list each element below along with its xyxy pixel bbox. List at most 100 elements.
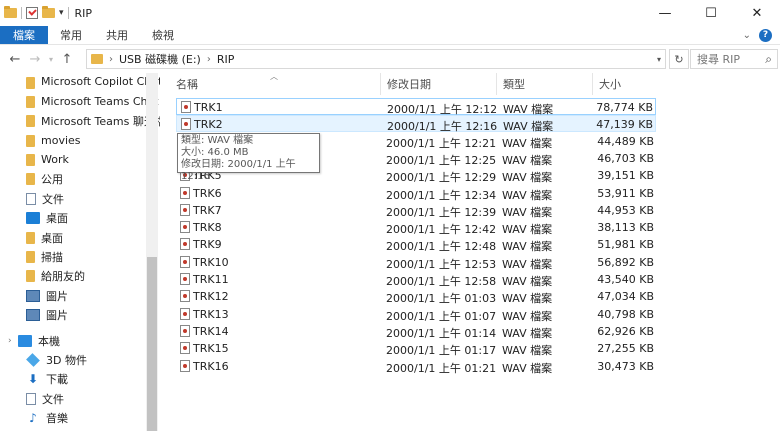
refresh-button[interactable]: ↻ <box>669 49 689 69</box>
sidebar-item-desktop[interactable]: 桌面 <box>0 208 150 227</box>
sidebar-item-scans[interactable]: 掃描 <box>0 247 150 266</box>
file-modified-date: 2000/1/1 上午 01:03 <box>386 292 497 305</box>
up-arrow-icon[interactable]: ↑ <box>58 52 76 67</box>
breadcrumb-drive[interactable]: USB 磁碟機 (E:) <box>119 51 201 67</box>
sidebar-item-3d-objects[interactable]: 3D 物件 <box>0 350 150 369</box>
search-icon: ⌕ <box>765 52 772 66</box>
sidebar-item-teams-chat[interactable]: Microsoft Teams Chat F <box>0 92 160 111</box>
maximize-button[interactable]: ☐ <box>688 0 734 26</box>
sidebar-item-pictures-2[interactable]: 圖片 <box>0 305 150 324</box>
file-type: WAV 檔案 <box>502 344 553 357</box>
sidebar-item-label: Microsoft Teams Chat F <box>41 95 160 108</box>
sidebar-item-pictures[interactable]: 圖片 <box>0 286 150 305</box>
address-bar[interactable]: › USB 磁碟機 (E:) › RIP ▾ <box>86 49 666 69</box>
file-row[interactable]: TRK10 2000/1/1 上午 12:53 WAV 檔案 56,892 KB <box>176 254 656 271</box>
divider <box>21 7 22 19</box>
close-button[interactable]: ✕ <box>734 0 780 26</box>
sidebar-item-pc-documents[interactable]: 文件 <box>0 389 150 408</box>
nav-buttons: ← → ▾ ↑ <box>0 52 86 67</box>
sidebar-item-work[interactable]: Work <box>0 150 150 169</box>
folder-icon <box>26 95 35 108</box>
folder-icon <box>26 134 35 147</box>
folder-icon <box>26 172 35 185</box>
file-row[interactable]: TRK15 2000/1/1 上午 01:17 WAV 檔案 27,255 KB <box>176 340 656 357</box>
column-header-date[interactable]: 修改日期 <box>381 73 497 95</box>
tab-share[interactable]: 共用 <box>94 26 140 44</box>
navigation-pane-scrollbar[interactable] <box>146 73 158 431</box>
file-type: WAV 檔案 <box>502 223 553 236</box>
file-row[interactable]: TRK2 2000/1/1 上午 12:16 WAV 檔案 47,139 KB <box>176 115 656 133</box>
minimize-button[interactable]: — <box>642 0 688 26</box>
sidebar-item-desktop-folder[interactable]: 桌面 <box>0 228 150 247</box>
file-type: WAV 檔案 <box>502 171 553 184</box>
customize-toolbar-dropdown-icon[interactable]: ▾ <box>59 8 64 18</box>
back-arrow-icon[interactable]: ← <box>6 52 24 67</box>
divider <box>67 7 69 19</box>
wav-file-icon <box>180 325 190 337</box>
breadcrumb-current[interactable]: RIP <box>217 53 235 66</box>
file-row[interactable]: TRK11 2000/1/1 上午 12:58 WAV 檔案 43,540 KB <box>176 271 656 288</box>
file-row[interactable]: TRK12 2000/1/1 上午 01:03 WAV 檔案 47,034 KB <box>176 288 656 305</box>
wav-file-icon <box>180 221 190 233</box>
file-row[interactable]: TRK1 2000/1/1 上午 12:12 WAV 檔案 78,774 KB <box>176 98 656 116</box>
file-row[interactable]: TRK6 2000/1/1 上午 12:34 WAV 檔案 53,911 KB <box>176 185 656 202</box>
sidebar-item-copilot[interactable]: Microsoft Copilot Chat 🖹 <box>0 73 160 92</box>
chevron-right-icon[interactable]: › <box>207 54 211 65</box>
column-header-size[interactable]: 大小 <box>593 73 661 95</box>
file-size: 62,926 KB <box>597 325 654 338</box>
documents-icon <box>26 192 36 205</box>
search-input[interactable]: 搜尋 RIP ⌕ <box>690 49 778 69</box>
tab-home[interactable]: 常用 <box>48 26 94 44</box>
window-controls: — ☐ ✕ <box>642 0 780 26</box>
file-name: TRK10 <box>193 256 229 269</box>
sidebar-item-music[interactable]: ♪ 音樂 <box>0 408 150 427</box>
file-type: WAV 檔案 <box>502 154 553 167</box>
file-type: WAV 檔案 <box>502 137 553 150</box>
sidebar-item-movies[interactable]: movies <box>0 131 150 150</box>
file-row[interactable]: TRK13 2000/1/1 上午 01:07 WAV 檔案 40,798 KB <box>176 306 656 323</box>
file-size: 44,489 KB <box>597 135 654 148</box>
sidebar-item-this-pc[interactable]: › 本機 <box>0 331 150 350</box>
sidebar-item-teams-chat-zh[interactable]: Microsoft Teams 聊天檔 <box>0 111 160 130</box>
tooltip-size: 大小: 46.0 MB <box>181 147 249 158</box>
file-modified-date: 2000/1/1 上午 01:14 <box>386 327 497 340</box>
file-modified-date: 2000/1/1 上午 01:17 <box>386 344 497 357</box>
sidebar-item-documents[interactable]: 文件 <box>0 189 150 208</box>
column-header-type[interactable]: 類型 <box>497 73 593 95</box>
file-row[interactable]: TRK14 2000/1/1 上午 01:14 WAV 檔案 62,926 KB <box>176 323 656 340</box>
file-modified-date: 2000/1/1 上午 01:21 <box>386 362 497 375</box>
expand-ribbon-icon[interactable]: ⌄ <box>743 30 751 41</box>
forward-arrow-icon[interactable]: → <box>26 52 44 67</box>
tab-file[interactable]: 檔案 <box>0 26 48 44</box>
file-size: 51,981 KB <box>597 238 654 251</box>
sidebar-item-label: 圖片 <box>46 289 68 303</box>
file-size: 30,473 KB <box>597 360 654 373</box>
scrollbar-thumb[interactable] <box>147 257 157 431</box>
3d-objects-icon <box>26 352 40 367</box>
new-folder-icon[interactable] <box>42 6 55 18</box>
tab-view[interactable]: 檢視 <box>140 26 186 44</box>
file-row[interactable]: TRK8 2000/1/1 上午 12:42 WAV 檔案 38,113 KB <box>176 219 656 236</box>
file-modified-date: 2000/1/1 上午 12:16 <box>387 120 498 133</box>
music-icon: ♪ <box>29 410 37 425</box>
file-row[interactable]: TRK9 2000/1/1 上午 12:48 WAV 檔案 51,981 KB <box>176 236 656 253</box>
file-row[interactable]: TRK7 2000/1/1 上午 12:39 WAV 檔案 44,953 KB <box>176 202 656 219</box>
sidebar-item-label: 3D 物件 <box>46 353 87 367</box>
chevron-right-icon[interactable]: › <box>109 54 113 65</box>
sidebar-item-public[interactable]: 公用 <box>0 169 150 188</box>
sidebar-item-downloads[interactable]: ⬇ 下載 <box>0 369 150 388</box>
properties-icon[interactable] <box>26 7 38 19</box>
title-bar: ▾ RIP — ☐ ✕ <box>0 0 780 26</box>
file-type: WAV 檔案 <box>502 240 553 253</box>
file-modified-date: 2000/1/1 上午 12:29 <box>386 171 497 184</box>
help-icon[interactable]: ? <box>759 28 772 42</box>
address-history-icon[interactable]: ▾ <box>657 55 661 64</box>
sidebar-item-for-friends[interactable]: 給朋友的 <box>0 266 150 285</box>
navigation-bar: ← → ▾ ↑ › USB 磁碟機 (E:) › RIP ▾ ↻ 搜尋 RIP … <box>0 46 780 73</box>
file-type: WAV 檔案 <box>502 275 553 288</box>
file-row[interactable]: TRK16 2000/1/1 上午 01:21 WAV 檔案 30,473 KB <box>176 358 656 375</box>
expand-chevron-icon[interactable]: › <box>8 336 12 346</box>
recent-locations-icon[interactable]: ▾ <box>46 55 56 64</box>
wav-file-icon <box>180 256 190 268</box>
sidebar-item-label: 本機 <box>38 334 60 348</box>
